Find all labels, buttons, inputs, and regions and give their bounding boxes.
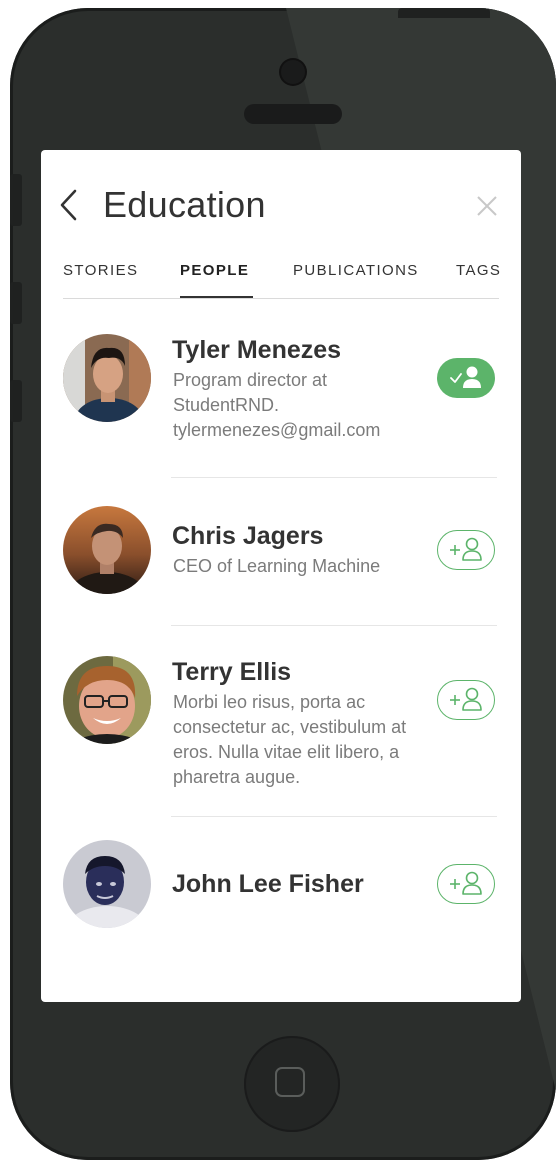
divider — [171, 625, 497, 626]
app-screen: Education STORIES PEOPLE PUBLICATIONS TA… — [41, 150, 521, 1002]
tab-tags[interactable]: TAGS — [456, 262, 501, 279]
tab-publications[interactable]: PUBLICATIONS — [293, 262, 419, 279]
page-title: Education — [103, 184, 266, 225]
follow-button[interactable] — [437, 530, 495, 570]
front-camera — [281, 60, 305, 84]
home-square-icon — [275, 1067, 305, 1097]
avatar[interactable] — [63, 506, 151, 594]
person-name[interactable]: Chris Jagers — [172, 522, 323, 551]
divider — [171, 816, 497, 817]
user-check-icon — [450, 366, 481, 388]
home-button[interactable] — [244, 1036, 340, 1132]
tab-bar: STORIES PEOPLE PUBLICATIONS TAGS — [63, 258, 501, 299]
tab-people[interactable]: PEOPLE — [180, 262, 254, 298]
person-name[interactable]: Terry Ellis — [172, 658, 291, 687]
user-add-icon — [450, 537, 482, 561]
tab-stories[interactable]: STORIES — [63, 262, 138, 279]
close-icon[interactable] — [475, 194, 499, 218]
user-add-icon — [450, 687, 482, 711]
following-button[interactable] — [437, 358, 495, 398]
divider — [171, 477, 497, 478]
avatar[interactable] — [63, 840, 151, 928]
volume-up-button — [10, 282, 22, 324]
follow-button[interactable] — [437, 864, 495, 904]
power-button — [398, 8, 490, 18]
earpiece-speaker — [244, 104, 342, 124]
mute-switch — [10, 174, 22, 226]
person-bio: Program director at StudentRND. tylermen… — [173, 370, 381, 440]
chevron-left-icon[interactable] — [57, 188, 81, 222]
user-add-icon — [450, 871, 482, 895]
person-name[interactable]: John Lee Fisher — [172, 870, 364, 899]
avatar[interactable] — [63, 334, 151, 422]
follow-button[interactable] — [437, 680, 495, 720]
avatar[interactable] — [63, 656, 151, 744]
person-name[interactable]: Tyler Menezes — [172, 336, 341, 365]
person-bio: CEO of Learning Machine — [173, 556, 381, 576]
person-bio: Morbi leo risus, porta ac consectetur ac… — [173, 692, 407, 787]
volume-down-button — [10, 380, 22, 422]
